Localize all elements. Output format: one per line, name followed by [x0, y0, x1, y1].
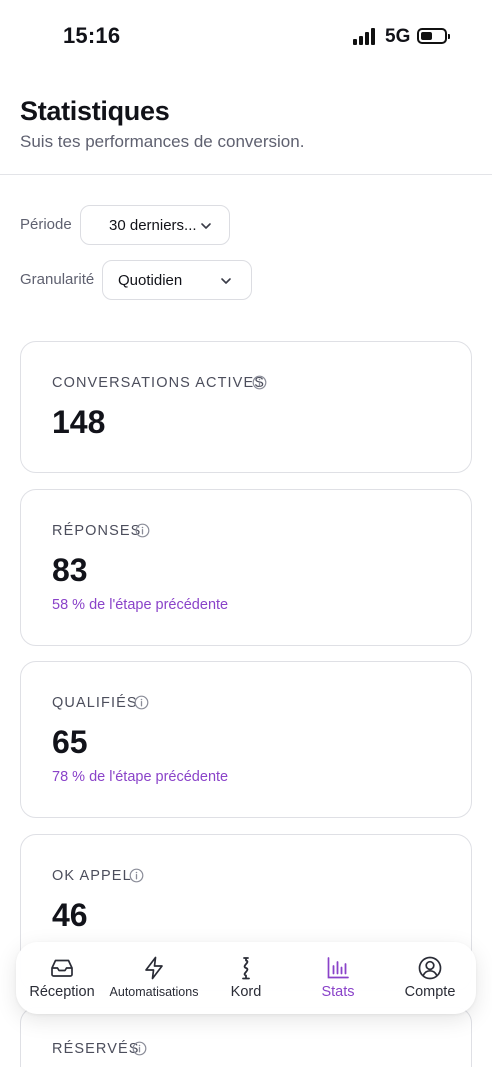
status-time: 15:16 [63, 23, 121, 48]
stat-card-conversion-note: 78 % de l'étape précédente [52, 769, 229, 785]
period-select-value: 30 derniers... [109, 217, 197, 234]
granularity-label: Granularité [20, 271, 95, 288]
stat-card-reserves: RÉSERVÉS [20, 1007, 472, 1067]
granularity-select-value: Quotidien [118, 272, 183, 289]
period-label: Période [20, 216, 72, 233]
period-select[interactable]: 30 derniers... [80, 205, 230, 245]
stat-card-label: CONVERSATIONS ACTIVES [52, 375, 265, 391]
granularity-select[interactable]: Quotidien [102, 260, 252, 300]
kord-logo-icon [242, 957, 250, 980]
user-circle-icon [418, 956, 442, 980]
tab-automatisations[interactable]: Automatisations [108, 942, 200, 1014]
network-type: 5G [385, 26, 411, 47]
info-icon[interactable] [135, 523, 150, 538]
header-divider [0, 174, 492, 175]
chevron-down-icon [201, 223, 211, 229]
tab-compte[interactable]: Compte [384, 942, 476, 1014]
bar-chart-icon [327, 957, 349, 979]
tab-label: Automatisations [109, 985, 199, 999]
stat-card-value: 83 [52, 552, 88, 588]
tab-label: Compte [404, 984, 456, 1000]
tab-label: Stats [321, 984, 355, 1000]
stat-card-label: QUALIFIÉS [52, 695, 138, 711]
info-icon[interactable] [132, 1041, 147, 1056]
stat-card-label: RÉSERVÉS [52, 1041, 140, 1057]
stat-card-conversations-actives: CONVERSATIONS ACTIVES 148 [20, 341, 472, 473]
info-icon[interactable] [129, 868, 144, 883]
stat-card-qualifies: QUALIFIÉS 65 78 % de l'étape précédente [20, 661, 472, 818]
info-icon[interactable] [252, 375, 267, 390]
page-title: Statistiques [20, 96, 170, 126]
signal-icon [353, 28, 379, 45]
stat-card-conversion-note: 58 % de l'étape précédente [52, 597, 229, 613]
inbox-icon [51, 959, 73, 977]
tab-label: Réception [29, 984, 95, 1000]
stat-card-label: RÉPONSES [52, 523, 142, 539]
tab-stats[interactable]: Stats [292, 942, 384, 1014]
stat-card-value: 148 [52, 404, 106, 440]
tab-kord[interactable]: Kord [200, 942, 292, 1014]
page-subtitle: Suis tes performances de conversion. [20, 132, 305, 151]
info-icon[interactable] [134, 695, 149, 710]
chevron-down-icon [221, 278, 231, 284]
stat-card-reponses: RÉPONSES 83 58 % de l'étape précédente [20, 489, 472, 646]
tab-reception[interactable]: Réception [16, 942, 108, 1014]
bottom-tab-bar: Réception Automatisations Kord Stats Com… [16, 942, 476, 1014]
battery-icon [417, 28, 450, 44]
stat-card-value: 65 [52, 724, 88, 760]
stat-card-label: OK APPEL [52, 868, 132, 884]
tab-label: Kord [230, 984, 262, 1000]
status-bar: 15:16 5G [0, 0, 492, 70]
lightning-icon [145, 956, 163, 980]
stat-card-value: 46 [52, 897, 88, 933]
